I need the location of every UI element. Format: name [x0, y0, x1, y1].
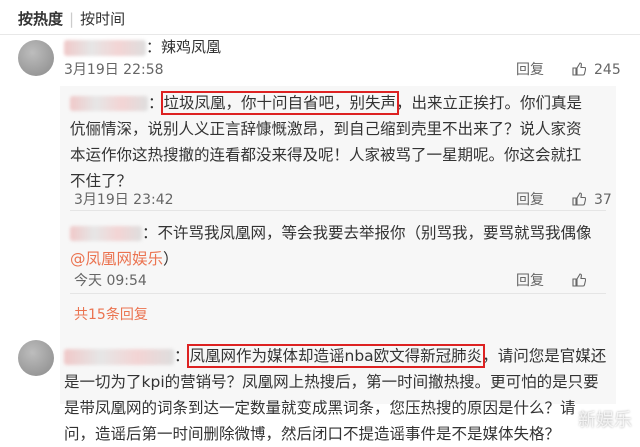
- reply-text: ：不许骂我凤凰网，等会我要去举报你（别骂我，要骂就骂我偶像 @凤凰网娱乐）: [70, 220, 610, 272]
- avatar[interactable]: [18, 40, 54, 76]
- highlighted-text: 垃圾凤凰，你十问自省吧，别失声: [160, 91, 400, 115]
- comment-text: ：凤凰网作为媒体却造谣nba欧文得新冠肺炎，请问您是官媒还 是一切为了kpi的营…: [64, 344, 607, 443]
- sort-by-time-tab[interactable]: 按时间: [80, 10, 125, 28]
- comment-header: ：辣鸡凤凰: [64, 36, 221, 57]
- more-replies-link[interactable]: 共15条回复: [74, 304, 148, 324]
- reply-text-line: 本运作你这热搜撤的连看都没来得及呢！人家被骂了一星期呢。你这会就扛: [70, 146, 582, 164]
- comment-timestamp: 3月19日 22:58: [64, 62, 164, 78]
- thumbs-up-icon[interactable]: [572, 62, 586, 76]
- reply-text-rest: ，出来立正挨打。你们真是: [396, 94, 583, 112]
- comment-text-line: 是带凤凰网的词条到达一定数量就变成黑词条，您压热搜的原因是什么？请: [64, 399, 576, 417]
- comment-actions: 回复 245: [516, 59, 621, 79]
- sort-by-hot-tab[interactable]: 按热度: [18, 10, 63, 28]
- like-count: 245: [594, 62, 621, 78]
- reply-text-rest: ：不许骂我凤凰网，等会我要去举报你（别骂我，要骂就骂我偶像: [142, 224, 592, 242]
- thumbs-up-icon[interactable]: [572, 273, 586, 287]
- comment-text-line: 是一切为了kpi的营销号？凤凰网上热搜后，第一时间撤热搜。更可怕的是只要: [64, 373, 599, 391]
- reply-actions: 回复 37: [516, 189, 612, 209]
- comment-text: ：辣鸡凤凰: [146, 38, 222, 56]
- reply-timestamp: 3月19日 23:42: [74, 192, 174, 208]
- highlighted-text: 凤凰网作为媒体却造谣nba欧文得新冠肺炎: [186, 344, 486, 368]
- reply-button[interactable]: 回复: [516, 192, 544, 208]
- watermark: 新娱乐: [578, 410, 632, 431]
- like-count: 37: [594, 192, 612, 208]
- avatar[interactable]: [18, 340, 54, 376]
- reply-text-rest: ）: [163, 250, 179, 268]
- username-blurred[interactable]: [64, 348, 174, 365]
- reply-text-line: 伉俪情深，说别人义正言辞慷慨激昂，到自己缩到壳里不出来了？说人家资: [70, 120, 582, 138]
- divider: [0, 34, 640, 35]
- comment-text-rest: ，请问您是官媒还: [482, 347, 607, 365]
- sort-separator: |: [69, 10, 75, 28]
- sort-bar: 按热度 | 按时间: [18, 8, 125, 29]
- reply-button[interactable]: 回复: [516, 62, 544, 78]
- divider: [70, 293, 606, 294]
- username-blurred[interactable]: [64, 39, 146, 56]
- reply-text: ：垃圾凤凰，你十问自省吧，别失声，出来立正挨打。你们真是 伉俪情深，说别人义正言…: [70, 91, 583, 190]
- mention-link[interactable]: @凤凰网娱乐: [70, 250, 163, 268]
- reply-timestamp: 今天 09:54: [74, 273, 147, 289]
- reply-text-line: 不住了？: [70, 172, 133, 190]
- divider: [70, 210, 606, 211]
- reply-actions: 回复: [516, 270, 594, 290]
- thumbs-up-icon[interactable]: [572, 192, 586, 206]
- reply-button[interactable]: 回复: [516, 273, 544, 289]
- username-blurred[interactable]: [70, 96, 148, 111]
- username-blurred[interactable]: [70, 226, 142, 241]
